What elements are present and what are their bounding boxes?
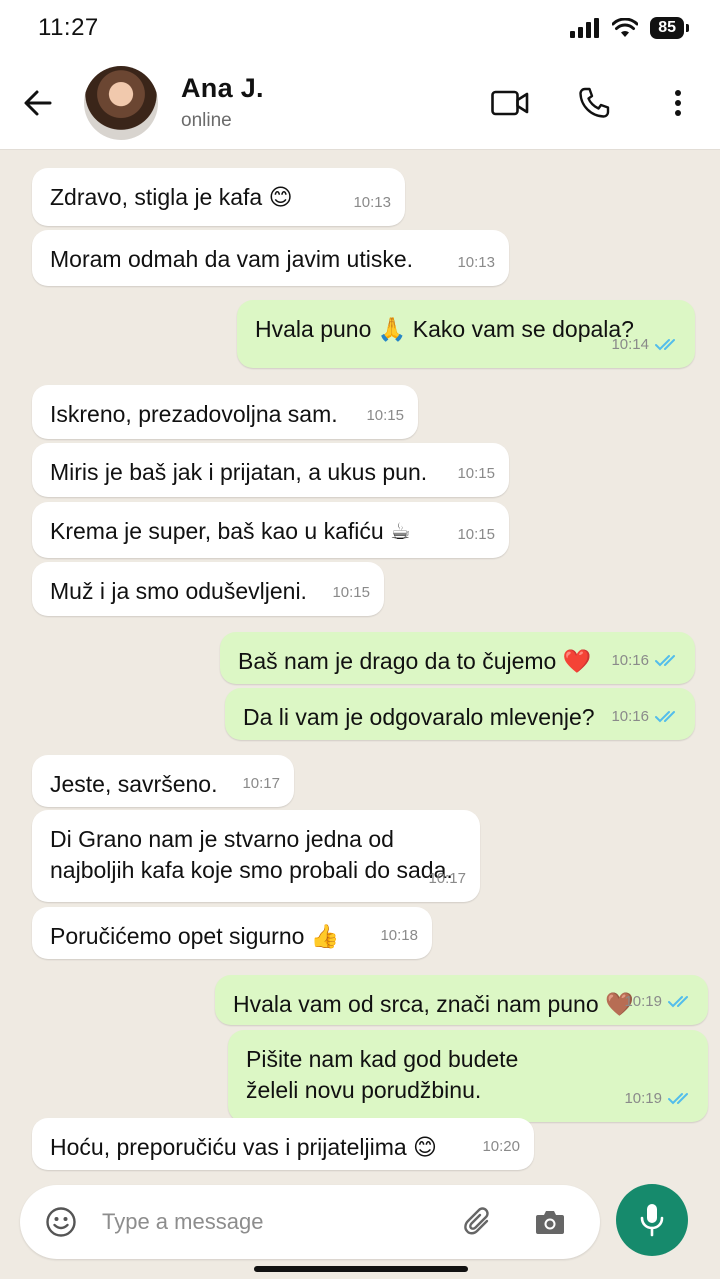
message-text: Muž i ja smo oduševljeni. — [50, 578, 307, 604]
message-text: Di Grano nam je stvarno jedna od najbolj… — [50, 826, 453, 883]
home-indicator[interactable] — [254, 1266, 468, 1272]
chat-header: Ana J. online — [0, 56, 720, 150]
message-incoming[interactable]: Poručićemo opet sigurno 👍 10:18 — [32, 907, 432, 959]
message-meta: 10:17 — [242, 768, 280, 799]
message-meta: 10:17 — [428, 863, 466, 894]
double-check-icon — [655, 338, 675, 350]
emoji-icon — [46, 1207, 76, 1237]
message-text: Poručićemo opet sigurno 👍 — [50, 923, 340, 949]
message-outgoing[interactable]: Baš nam je drago da to čujemo ❤️ 10:16 — [220, 632, 695, 684]
message-outgoing[interactable]: Hvala vam od srca, znači nam puno 🤎 10:1… — [215, 975, 708, 1025]
message-time: 10:19 — [624, 1090, 662, 1107]
message-time: 10:19 — [624, 993, 662, 1010]
message-outgoing[interactable]: Da li vam je odgovaralo mlevenje? 10:16 — [225, 688, 695, 740]
message-time: 10:20 — [482, 1138, 520, 1155]
status-time: 11:27 — [38, 14, 99, 41]
message-text: Moram odmah da vam javim utiske. — [50, 246, 414, 272]
message-text: Hvala vam od srca, znači nam puno 🤎 — [233, 991, 634, 1017]
message-time: 10:13 — [457, 254, 495, 271]
contact-status: online — [181, 110, 232, 131]
message-time: 10:13 — [353, 194, 391, 211]
message-outgoing[interactable]: Hvala puno 🙏 Kako vam se dopala? 10:14 — [237, 300, 695, 368]
battery-indicator: 85 — [650, 17, 689, 39]
more-vertical-icon — [675, 90, 681, 116]
contact-info[interactable]: Ana J. online — [181, 73, 264, 132]
voice-call-button[interactable] — [552, 73, 636, 133]
message-meta: 10:15 — [457, 458, 495, 489]
message-incoming[interactable]: Zdravo, stigla je kafa 😊 10:13 — [32, 168, 405, 226]
message-meta: 10:13 — [457, 247, 495, 278]
message-time: 10:15 — [457, 526, 495, 543]
message-outgoing[interactable]: Pišite nam kad god budete želeli novu po… — [228, 1030, 708, 1122]
phone-icon — [579, 87, 610, 118]
double-check-icon — [655, 654, 675, 666]
message-meta: 10:16 — [611, 645, 681, 676]
header-actions — [468, 56, 720, 150]
cellular-signal-icon — [570, 18, 600, 38]
message-meta: 10:19 — [624, 1083, 694, 1114]
message-incoming[interactable]: Muž i ja smo oduševljeni. 10:15 — [32, 562, 384, 616]
message-text: Hoću, preporučiću vas i prijateljima 😊 — [50, 1134, 438, 1160]
message-composer — [20, 1185, 600, 1259]
double-check-icon — [668, 995, 688, 1007]
message-incoming[interactable]: Jeste, savršeno. 10:17 — [32, 755, 294, 807]
message-meta: 10:16 — [611, 701, 681, 732]
message-time: 10:16 — [611, 652, 649, 669]
status-icons: 85 — [570, 17, 689, 39]
message-time: 10:16 — [611, 708, 649, 725]
message-time: 10:18 — [380, 927, 418, 944]
message-time: 10:15 — [366, 407, 404, 424]
wifi-icon — [612, 18, 639, 37]
attach-button[interactable] — [442, 1207, 514, 1237]
contact-name: Ana J. — [181, 73, 264, 103]
message-incoming[interactable]: Di Grano nam je stvarno jedna od najbolj… — [32, 810, 480, 902]
video-call-button[interactable] — [468, 73, 552, 133]
message-meta: 10:15 — [332, 577, 370, 608]
message-text: Zdravo, stigla je kafa 😊 — [50, 184, 293, 210]
message-incoming[interactable]: Iskreno, prezadovoljna sam. 10:15 — [32, 385, 418, 439]
message-text: Iskreno, prezadovoljna sam. — [50, 401, 338, 427]
camera-button[interactable] — [514, 1209, 586, 1235]
camera-icon — [536, 1211, 564, 1234]
message-incoming[interactable]: Krema je super, baš kao u kafiću ☕ 10:15 — [32, 502, 509, 558]
message-time: 10:15 — [332, 584, 370, 601]
arrow-left-icon — [24, 90, 52, 115]
more-options-button[interactable] — [636, 73, 720, 133]
message-input[interactable] — [102, 1209, 442, 1235]
status-bar: 11:27 85 — [0, 0, 720, 56]
message-meta: 10:18 — [380, 920, 418, 951]
message-text: Krema je super, baš kao u kafiću ☕ — [50, 518, 411, 544]
microphone-icon — [640, 1204, 664, 1237]
paperclip-icon — [464, 1207, 489, 1235]
back-button[interactable] — [0, 56, 76, 150]
message-meta: 10:20 — [482, 1131, 520, 1162]
message-meta: 10:19 — [624, 986, 694, 1017]
message-time: 10:15 — [457, 465, 495, 482]
message-meta: 10:15 — [457, 519, 495, 550]
video-camera-icon — [491, 90, 529, 116]
message-incoming[interactable]: Hoću, preporučiću vas i prijateljima 😊 1… — [32, 1118, 534, 1170]
message-text: Pišite nam kad god budete želeli novu po… — [246, 1046, 519, 1103]
message-list: Zdravo, stigla je kafa 😊 10:13 Moram odm… — [0, 150, 720, 1180]
message-time: 10:17 — [428, 870, 466, 887]
voice-record-button[interactable] — [616, 1184, 688, 1256]
message-incoming[interactable]: Moram odmah da vam javim utiske. 10:13 — [32, 230, 509, 286]
message-time: 10:14 — [611, 336, 649, 353]
message-incoming[interactable]: Miris je baš jak i prijatan, a ukus pun.… — [32, 443, 509, 497]
message-time: 10:17 — [242, 775, 280, 792]
message-meta: 10:15 — [366, 400, 404, 431]
contact-avatar[interactable] — [84, 65, 158, 140]
message-meta: 10:13 — [353, 187, 391, 218]
emoji-button[interactable] — [20, 1206, 102, 1238]
message-meta: 10:14 — [611, 329, 681, 360]
double-check-icon — [655, 710, 675, 722]
double-check-icon — [668, 1092, 688, 1104]
message-text: Miris je baš jak i prijatan, a ukus pun. — [50, 459, 428, 485]
